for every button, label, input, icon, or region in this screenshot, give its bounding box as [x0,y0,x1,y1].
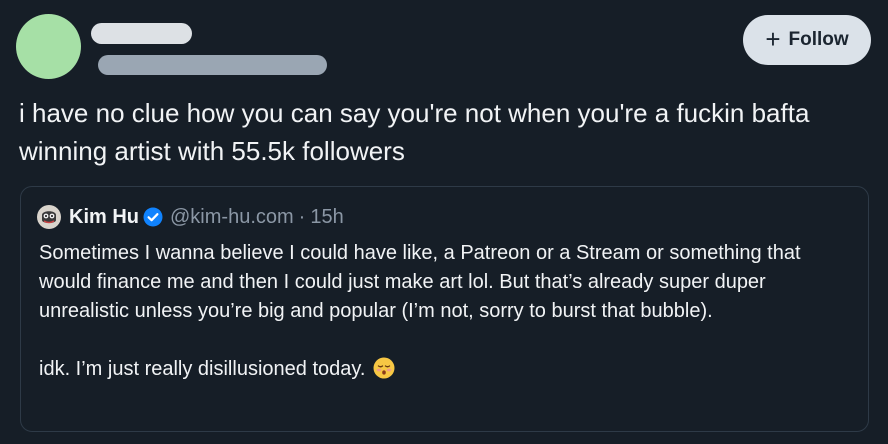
follow-label: Follow [788,29,849,50]
quoted-post-timestamp[interactable]: 15h [310,206,343,229]
header-separator: · [298,205,306,228]
face-exhaling-emoji [373,357,395,379]
author-avatar[interactable] [16,14,81,79]
quoted-post-card[interactable]: Kim Hu @kim-hu.com · 15h Sometimes I wan… [20,186,869,432]
quoted-author-avatar[interactable] [37,205,61,229]
verified-badge-icon [143,207,163,227]
quoted-post-body: Sometimes I wanna believe I could have l… [39,239,849,384]
quoted-author-name[interactable]: Kim Hu [69,206,139,229]
post-text: i have no clue how you can say you're no… [19,98,810,166]
plus-icon: + [765,24,781,54]
quoted-post-paragraph: Sometimes I wanna believe I could have l… [39,242,801,322]
quoted-post-last-line: idk. I’m just really disillusioned today… [39,358,366,380]
quoted-post-paragraph-last: idk. I’m just really disillusioned today… [39,355,849,384]
follow-button[interactable]: + Follow [743,15,871,65]
redacted-display-name [91,23,192,44]
redacted-handle [98,55,327,75]
quoted-author-handle[interactable]: @kim-hu.com [170,206,294,229]
quoted-post-header: Kim Hu @kim-hu.com · 15h [37,205,344,229]
